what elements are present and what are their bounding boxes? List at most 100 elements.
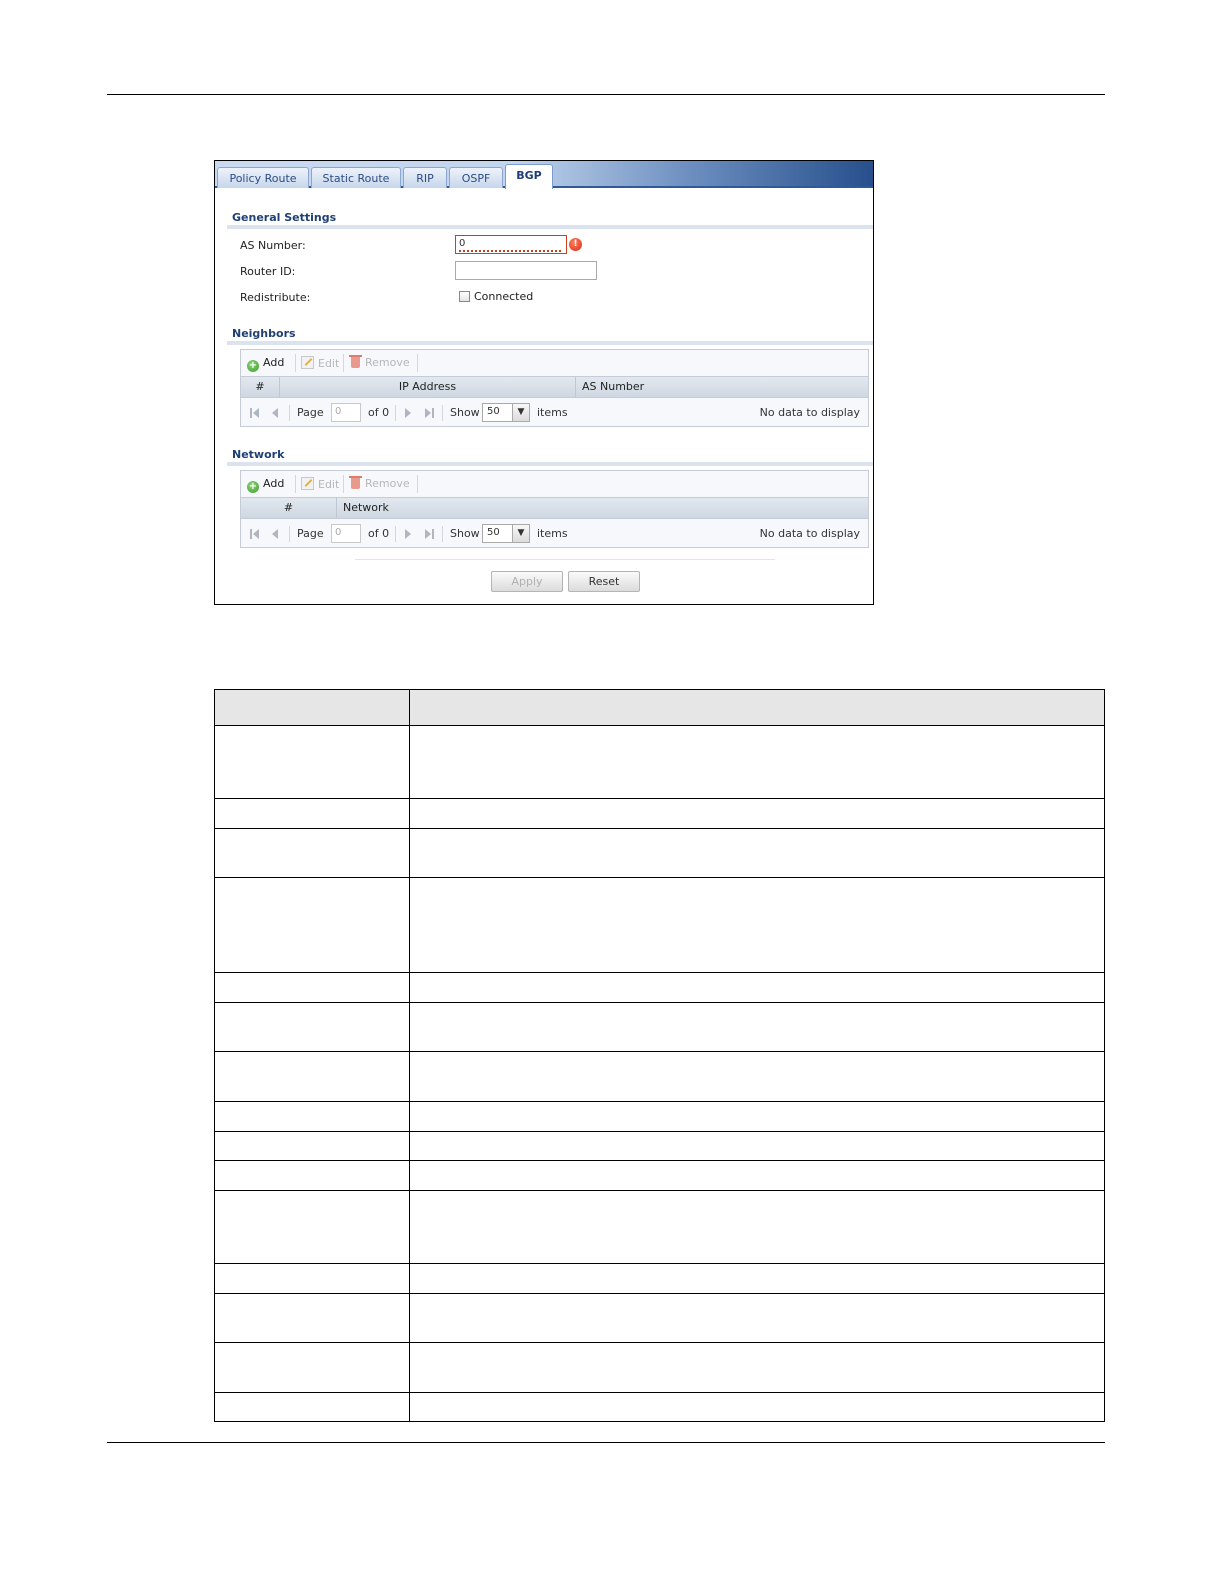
neighbors-toolbar: + Add Edit Remove bbox=[241, 350, 868, 376]
network-grid-header: # Network bbox=[241, 497, 868, 519]
apply-button[interactable]: Apply bbox=[491, 571, 563, 592]
page-size-select[interactable]: 50 ▼ bbox=[482, 524, 530, 543]
table-cell bbox=[214, 828, 410, 878]
table-cell bbox=[214, 877, 410, 973]
remove-label: Remove bbox=[365, 356, 410, 369]
table-cell bbox=[214, 972, 410, 1003]
tab-static-route[interactable]: Static Route bbox=[311, 167, 401, 188]
table-row bbox=[214, 1293, 1105, 1343]
table-row bbox=[214, 877, 1105, 973]
toolbar-separator bbox=[295, 475, 296, 493]
table-row bbox=[214, 725, 1105, 799]
section-divider bbox=[227, 462, 873, 466]
general-settings-title: General Settings bbox=[232, 211, 337, 224]
no-data-status: No data to display bbox=[759, 406, 860, 419]
field-description-table bbox=[214, 689, 1105, 1422]
tab-policy-route[interactable]: Policy Route bbox=[217, 167, 309, 188]
network-edit-button[interactable]: Edit bbox=[301, 477, 339, 491]
neighbors-remove-button[interactable]: Remove bbox=[349, 355, 410, 369]
column-header-ip-address[interactable]: IP Address bbox=[280, 377, 576, 397]
tab-ospf[interactable]: OSPF bbox=[449, 167, 503, 188]
last-page-icon[interactable] bbox=[432, 408, 434, 418]
chevron-down-icon[interactable]: ▼ bbox=[512, 404, 529, 421]
reset-button[interactable]: Reset bbox=[568, 571, 640, 592]
neighbors-add-button[interactable]: + Add bbox=[247, 356, 284, 372]
last-page-arrow-icon[interactable] bbox=[425, 529, 431, 539]
add-label: Add bbox=[263, 477, 285, 490]
as-number-label: AS Number: bbox=[240, 239, 306, 252]
connected-label: Connected bbox=[474, 290, 534, 303]
page-number-input[interactable]: 0 bbox=[331, 403, 361, 422]
table-cell bbox=[409, 1293, 1105, 1343]
neighbors-edit-button[interactable]: Edit bbox=[301, 356, 339, 370]
column-header-network[interactable]: Network bbox=[343, 498, 843, 518]
table-cell bbox=[409, 1101, 1105, 1132]
table-cell bbox=[214, 725, 410, 799]
last-page-arrow-icon[interactable] bbox=[425, 408, 431, 418]
network-remove-button[interactable]: Remove bbox=[349, 476, 410, 490]
table-cell bbox=[409, 798, 1105, 829]
table-row bbox=[214, 798, 1105, 829]
table-header-cell bbox=[214, 689, 410, 726]
network-pager: Page 0 of 0 Show 50 ▼ items No data to d… bbox=[241, 521, 868, 547]
no-data-status: No data to display bbox=[759, 527, 860, 540]
toolbar-separator bbox=[417, 475, 418, 493]
section-divider bbox=[227, 341, 873, 345]
column-header-index[interactable]: # bbox=[241, 498, 337, 518]
column-header-as-number[interactable]: AS Number bbox=[582, 377, 862, 397]
page-size-value: 50 bbox=[487, 527, 500, 538]
tab-bgp[interactable]: BGP bbox=[505, 164, 553, 189]
toolbar-separator bbox=[343, 354, 344, 372]
tab-bar: Policy Route Static Route RIP OSPF BGP bbox=[215, 161, 873, 189]
first-page-arrow-icon[interactable] bbox=[253, 408, 259, 418]
toolbar-separator bbox=[417, 354, 418, 372]
table-cell bbox=[214, 798, 410, 829]
pager-separator bbox=[442, 526, 443, 542]
router-id-input[interactable] bbox=[455, 261, 597, 280]
next-page-icon[interactable] bbox=[405, 529, 411, 539]
as-number-input[interactable]: 0 bbox=[455, 235, 567, 254]
first-page-arrow-icon[interactable] bbox=[253, 529, 259, 539]
table-header-row bbox=[214, 689, 1105, 726]
first-page-icon[interactable] bbox=[250, 529, 252, 539]
remove-label: Remove bbox=[365, 477, 410, 490]
network-add-button[interactable]: + Add bbox=[247, 477, 284, 493]
add-icon: + bbox=[247, 360, 259, 372]
items-label: items bbox=[537, 527, 568, 540]
table-cell bbox=[214, 1101, 410, 1132]
page-size-value: 50 bbox=[487, 406, 500, 417]
table-cell bbox=[214, 1190, 410, 1264]
table-cell bbox=[409, 877, 1105, 973]
table-cell bbox=[409, 1342, 1105, 1393]
edit-icon bbox=[301, 477, 314, 490]
column-header-index[interactable]: # bbox=[241, 377, 280, 397]
table-row bbox=[214, 1392, 1105, 1422]
edit-label: Edit bbox=[318, 478, 340, 491]
validation-underline bbox=[459, 250, 563, 252]
chevron-down-icon[interactable]: ▼ bbox=[512, 525, 529, 542]
page-count-label: of 0 bbox=[368, 406, 390, 419]
neighbors-pager: Page 0 of 0 Show 50 ▼ items No data to d… bbox=[241, 400, 868, 426]
tab-rip[interactable]: RIP bbox=[403, 167, 447, 188]
page-size-select[interactable]: 50 ▼ bbox=[482, 403, 530, 422]
edit-icon bbox=[301, 356, 314, 369]
network-grid: + Add Edit Remove # Network Page 0 of 0 bbox=[240, 470, 869, 548]
network-toolbar: + Add Edit Remove bbox=[241, 471, 868, 497]
prev-page-icon[interactable] bbox=[272, 408, 278, 418]
top-rule bbox=[107, 94, 1105, 95]
first-page-icon[interactable] bbox=[250, 408, 252, 418]
prev-page-icon[interactable] bbox=[272, 529, 278, 539]
table-cell bbox=[409, 1392, 1105, 1422]
table-row bbox=[214, 1131, 1105, 1161]
table-cell bbox=[409, 828, 1105, 878]
connected-checkbox[interactable] bbox=[459, 291, 470, 302]
page-number-input[interactable]: 0 bbox=[331, 524, 361, 543]
last-page-icon[interactable] bbox=[432, 529, 434, 539]
table-cell bbox=[214, 1392, 410, 1422]
error-icon: ! bbox=[569, 238, 582, 251]
table-cell bbox=[214, 1160, 410, 1191]
next-page-icon[interactable] bbox=[405, 408, 411, 418]
bgp-settings-screen: Policy Route Static Route RIP OSPF BGP G… bbox=[214, 160, 874, 605]
table-row bbox=[214, 828, 1105, 878]
table-cell bbox=[409, 1051, 1105, 1102]
